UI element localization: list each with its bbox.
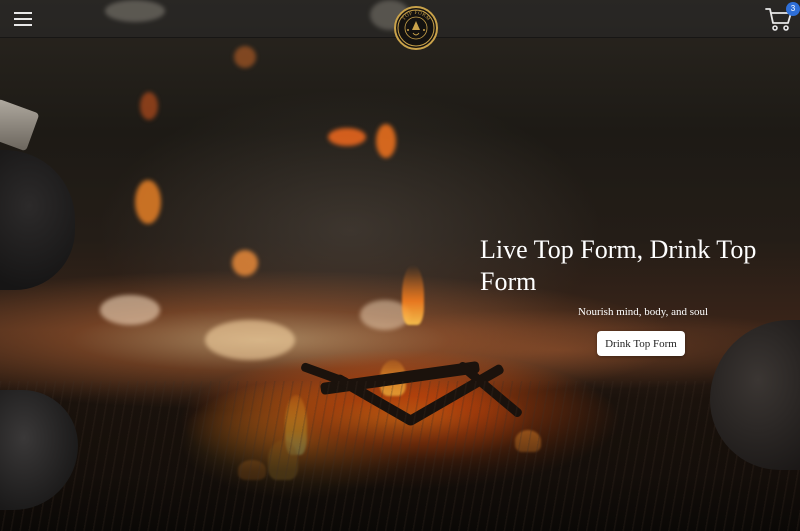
ground-grass (0, 381, 800, 531)
bokeh-light (376, 124, 396, 158)
drink-top-form-button[interactable]: Drink Top Form (597, 331, 685, 356)
bokeh-light (205, 320, 295, 360)
bokeh-light (328, 128, 366, 146)
bokeh-light (100, 295, 160, 325)
brand-logo[interactable]: TOP FORM (394, 6, 438, 50)
hero-subtitle: Nourish mind, body, and soul (578, 306, 709, 318)
bokeh-light (232, 250, 258, 276)
hero-title: Live Top Form, Drink Top Form (480, 235, 757, 296)
page: TOP FORM 3 Live Top Form, Drink Top Form… (0, 0, 800, 531)
hamburger-menu-icon[interactable] (14, 12, 32, 26)
cart-count-badge: 3 (786, 2, 800, 16)
hero-content: Live Top Form, Drink Top Form Nourish mi… (480, 234, 780, 356)
top-form-logo-icon: TOP FORM (397, 9, 435, 47)
bokeh-light (135, 180, 161, 224)
bokeh-light (140, 92, 158, 120)
fire-flame (402, 265, 424, 325)
person-knee-left (0, 150, 75, 290)
bokeh-light (234, 46, 256, 68)
cup-in-hand (0, 98, 40, 152)
